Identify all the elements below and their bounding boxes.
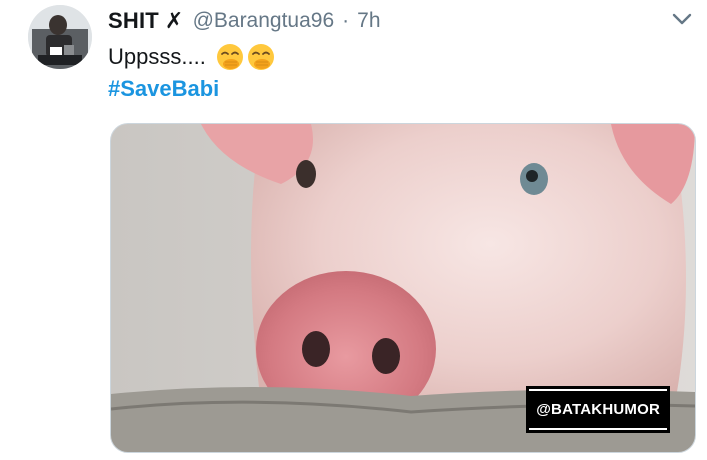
face-with-hand-over-mouth-icon (247, 43, 275, 71)
tweet-text: Uppsss.... (108, 40, 275, 74)
avatar[interactable] (28, 5, 92, 69)
avatar-image (28, 5, 92, 69)
separator-dot: · (342, 9, 350, 32)
hashtag-link[interactable]: #SaveBabi (108, 76, 219, 102)
tweet[interactable]: SHIT ✗ @Barangtua96 · 7h Uppsss.... #Sav… (0, 0, 707, 460)
tweet-header: SHIT ✗ @Barangtua96 · 7h (108, 6, 381, 36)
face-with-hand-over-mouth-icon (216, 43, 244, 71)
tweet-text-content: Uppsss.... (108, 44, 206, 69)
display-name[interactable]: SHIT (108, 8, 159, 34)
timestamp[interactable]: 7h (357, 9, 380, 33)
user-handle[interactable]: @Barangtua96 (193, 9, 335, 33)
media-watermark: @BATAKHUMOR (526, 386, 670, 433)
name-cross-icon: ✗ (164, 8, 184, 33)
chevron-down-icon[interactable] (670, 9, 694, 29)
tweet-media-image[interactable]: @BATAKHUMOR (110, 123, 696, 453)
